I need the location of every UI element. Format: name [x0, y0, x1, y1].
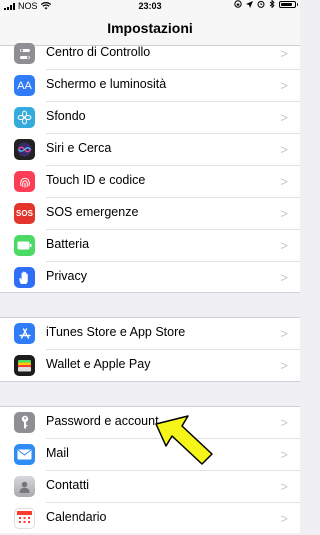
settings-row-label: Touch ID e codice: [46, 173, 146, 187]
settings-row-label: SOS emergenze: [46, 205, 139, 219]
settings-row-privacy[interactable]: Privacy >: [0, 262, 300, 292]
location-icon: [246, 0, 253, 8]
settings-row-siri[interactable]: Siri e Cerca >: [0, 134, 300, 166]
app-store-icon: [14, 323, 35, 344]
control-center-icon: [14, 43, 35, 64]
settings-row-label: Wallet e Apple Pay: [46, 357, 151, 371]
wallpaper-flower-icon: [14, 107, 35, 128]
settings-row-label: Siri e Cerca: [46, 141, 112, 155]
alarm-icon: [257, 0, 265, 8]
mail-icon: [14, 444, 35, 465]
key-icon: [14, 412, 35, 433]
settings-row-label: Sfondo: [46, 109, 86, 123]
chevron-right-icon: >: [280, 46, 288, 61]
group-border: [0, 292, 300, 293]
settings-group-store: iTunes Store e App Store > Wallet e Appl…: [0, 318, 300, 381]
settings-row-calendar[interactable]: Calendario >: [0, 503, 300, 535]
settings-row-label: Contatti: [46, 478, 90, 492]
settings-row-control-center[interactable]: Centro di Controllo >: [0, 38, 300, 70]
fingerprint-icon: [14, 171, 35, 192]
settings-row-label: Mail: [46, 446, 69, 460]
privacy-hand-icon: [14, 267, 35, 288]
chevron-right-icon: >: [280, 110, 288, 125]
chevron-right-icon: >: [280, 238, 288, 253]
battery-icon: [14, 235, 35, 256]
settings-row-touch-id[interactable]: Touch ID e codice >: [0, 166, 300, 198]
chevron-right-icon: >: [280, 206, 288, 221]
settings-row-label: Calendario: [46, 510, 107, 524]
settings-row-label: Batteria: [46, 237, 90, 251]
group-border: [0, 381, 300, 382]
chevron-right-icon: >: [280, 479, 288, 494]
contacts-icon: [14, 476, 35, 497]
settings-row-battery[interactable]: Batteria >: [0, 230, 300, 262]
settings-row-emergency-sos[interactable]: SOS SOS emergenze >: [0, 198, 300, 230]
chevron-right-icon: >: [280, 511, 288, 526]
sos-icon: SOS: [14, 203, 35, 224]
sos-glyph: SOS: [16, 209, 33, 218]
yellow-pointer-arrow-icon: [155, 415, 213, 465]
chevron-right-icon: >: [280, 174, 288, 189]
chevron-right-icon: >: [280, 326, 288, 341]
settings-row-label: iTunes Store e App Store: [46, 325, 186, 339]
settings-row-contacts[interactable]: Contatti >: [0, 471, 300, 503]
settings-row-wallet[interactable]: Wallet e Apple Pay >: [0, 350, 300, 381]
settings-row-wallpaper[interactable]: Sfondo >: [0, 102, 300, 134]
bluetooth-icon: [269, 0, 275, 8]
page-title: Impostazioni: [107, 20, 193, 36]
display-aa-icon: AA: [14, 75, 35, 96]
battery-status-icon: [279, 0, 298, 8]
settings-row-label: Centro di Controllo: [46, 45, 151, 59]
aa-glyph: AA: [17, 79, 32, 92]
settings-row-label: Privacy: [46, 269, 87, 283]
status-bar: NOS 23:03: [0, 0, 300, 12]
settings-group-display: Centro di Controllo > AA Schermo e lumin…: [0, 43, 300, 292]
siri-icon: [14, 139, 35, 160]
settings-row-label: Password e account: [46, 414, 159, 428]
chevron-right-icon: >: [280, 415, 288, 430]
status-right: [234, 0, 298, 8]
chevron-right-icon: >: [280, 358, 288, 373]
chevron-right-icon: >: [280, 78, 288, 93]
chevron-right-icon: >: [280, 447, 288, 462]
screen-rotation-lock-icon: [234, 0, 242, 8]
settings-row-label: Schermo e luminosità: [46, 77, 167, 91]
wallet-icon: [14, 355, 35, 376]
chevron-right-icon: >: [280, 270, 288, 285]
calendar-icon: [14, 508, 35, 529]
settings-row-app-store[interactable]: iTunes Store e App Store >: [0, 318, 300, 350]
settings-row-display[interactable]: AA Schermo e luminosità >: [0, 70, 300, 102]
chevron-right-icon: >: [280, 142, 288, 157]
